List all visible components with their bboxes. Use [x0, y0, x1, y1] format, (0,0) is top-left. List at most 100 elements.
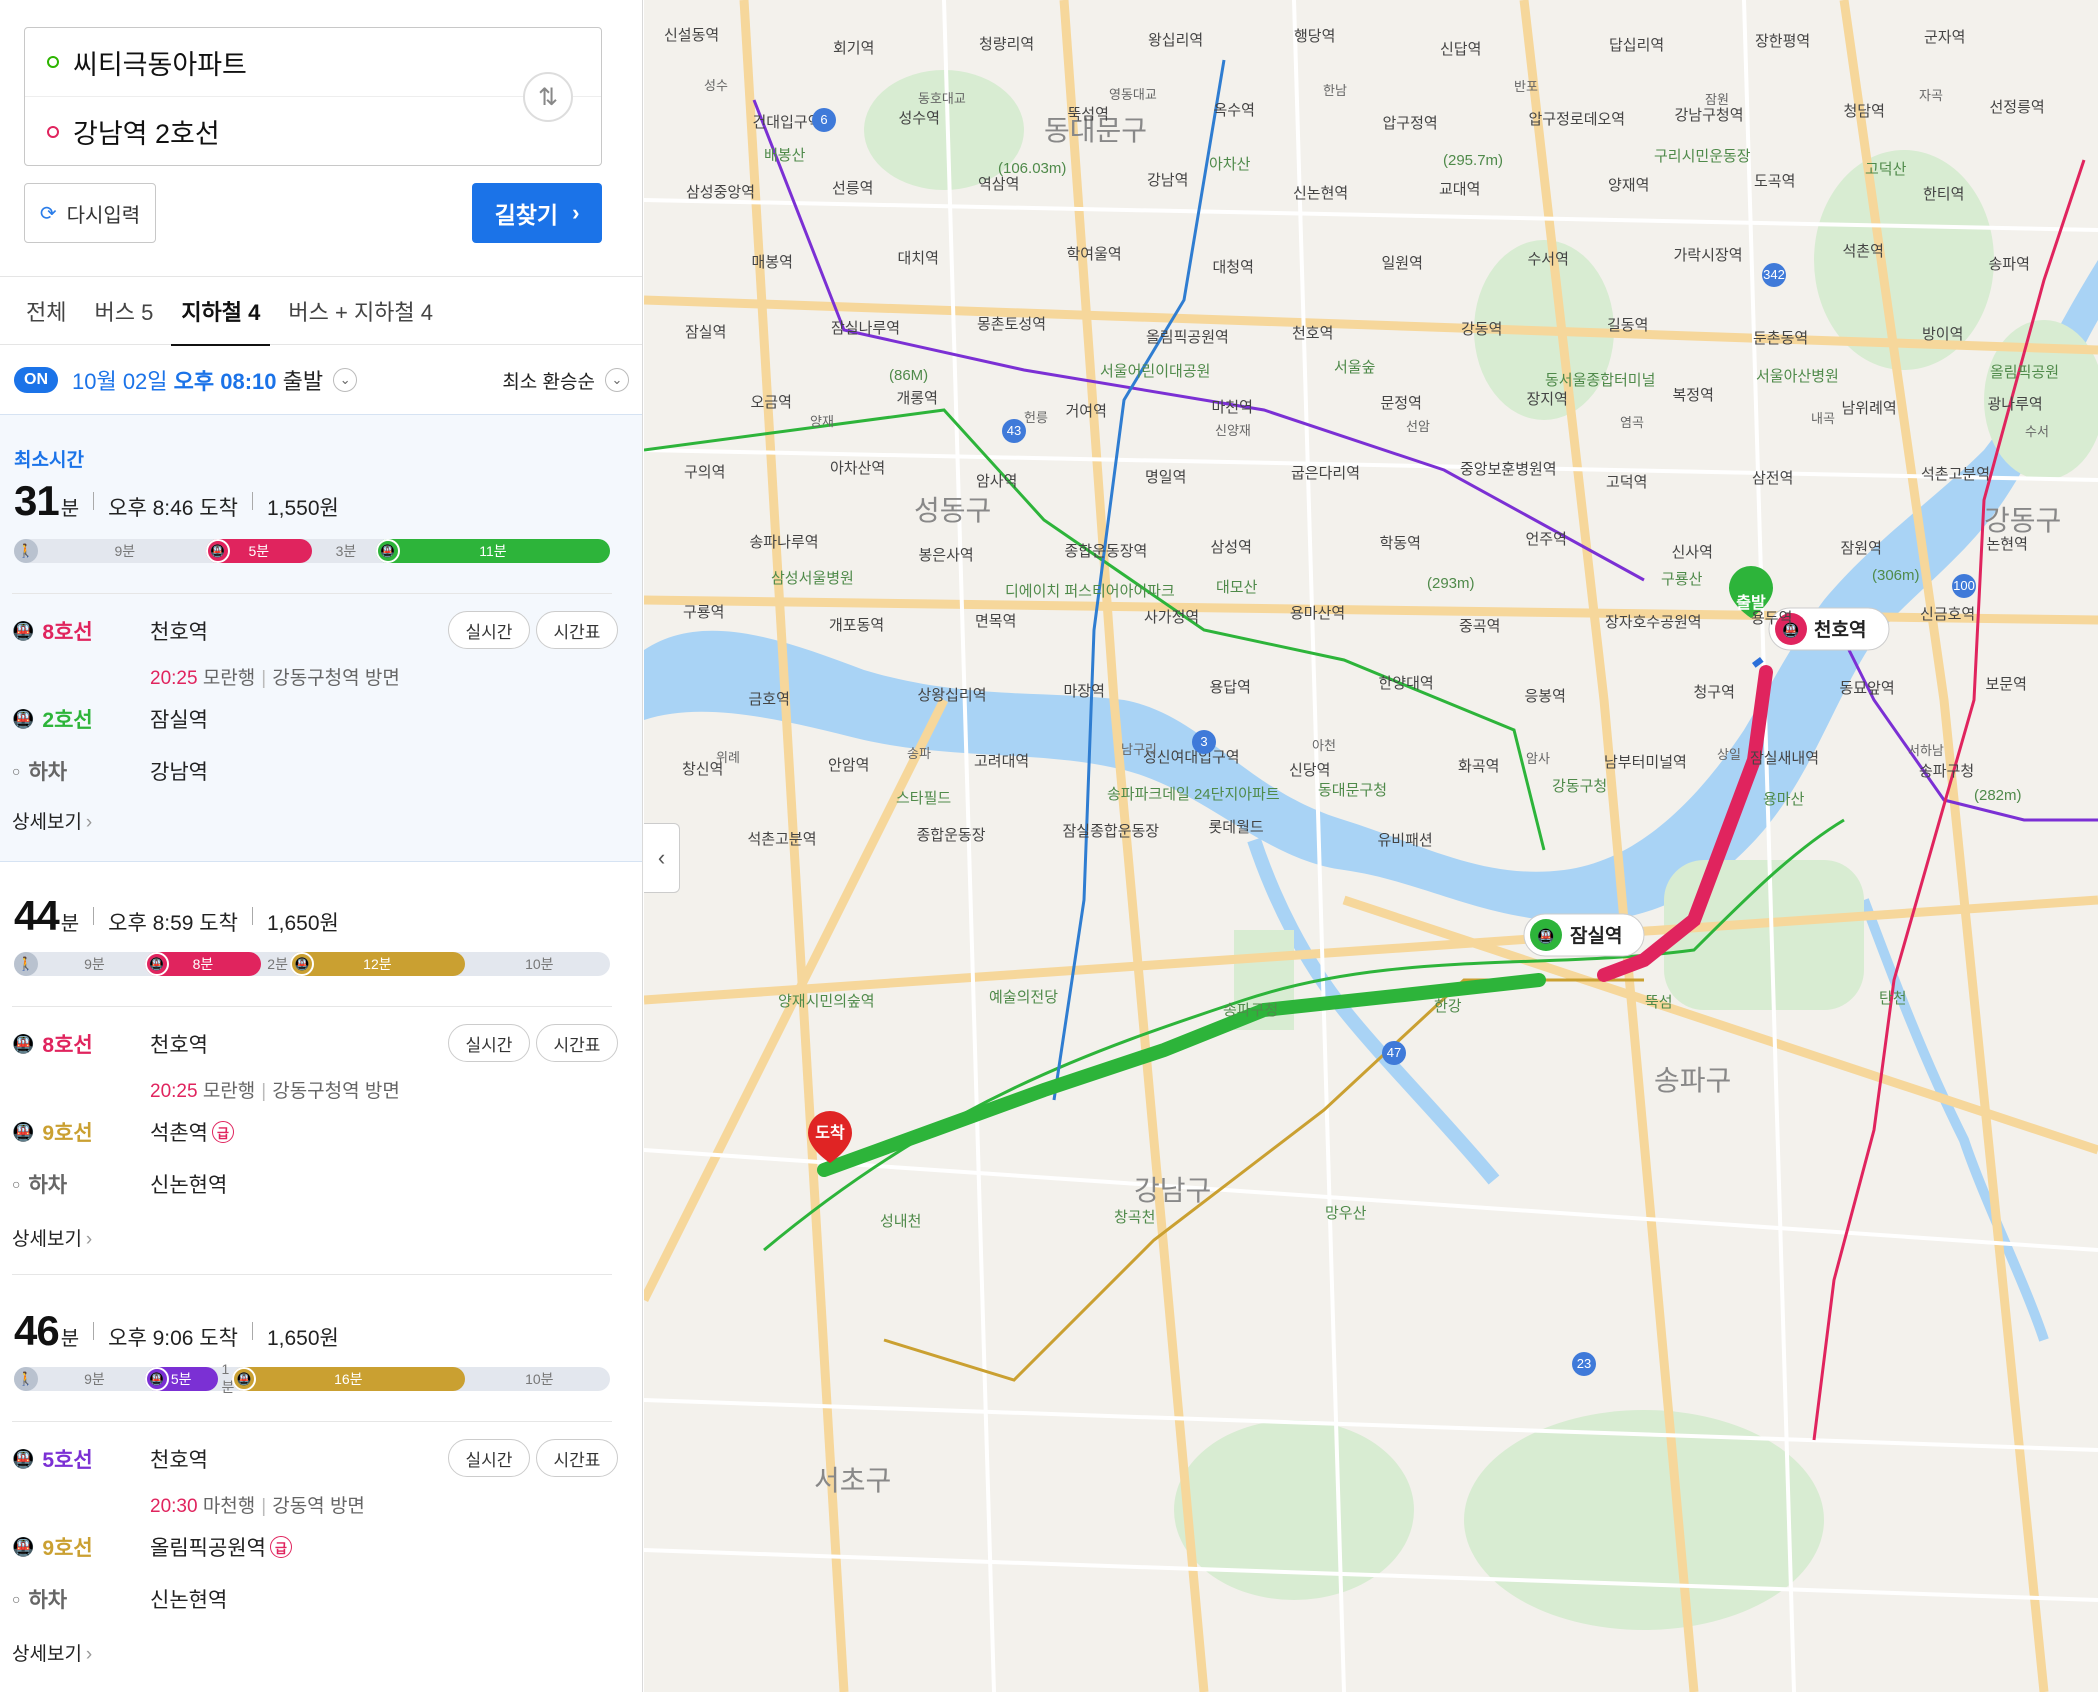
station-label: 구의역	[684, 464, 725, 481]
timetable-button[interactable]: 시간표	[536, 1024, 618, 1062]
station-label: 가락시장역	[1674, 247, 1743, 264]
circle-icon: ○	[12, 1591, 21, 1607]
chevron-down-icon[interactable]: ⌄	[333, 368, 358, 392]
segment-duration: 16분	[334, 1371, 363, 1387]
landmark-label: (282m)	[1974, 787, 2022, 804]
map-view[interactable]: 출발 도착 🚇 천호역 🚇 잠실역 동대문구 성동구 강남구 서초구 송파구 강…	[644, 0, 2098, 1692]
road-label: 송파	[907, 746, 931, 761]
landmark-label: (86M)	[889, 367, 928, 384]
reset-button[interactable]: ⟳ 다시입력	[24, 183, 156, 243]
route-number: 23	[1577, 1356, 1591, 1371]
train-exit-direction: 강동구청역 방면	[272, 668, 400, 689]
station-label: 교대역	[1439, 181, 1480, 198]
segment-duration: 8분	[192, 956, 214, 972]
sort-select[interactable]: 최소 환승순 ⌄	[502, 346, 629, 414]
landmark-label: 서울아산병원	[1756, 368, 1839, 385]
station-name: 신논현역	[150, 1174, 228, 1197]
departure-time: 오후 08:10	[173, 369, 277, 394]
chevron-left-icon: ‹	[657, 845, 666, 870]
train-time: 20:25	[150, 668, 198, 689]
park-area	[1464, 1410, 1824, 1630]
station-label: 남위례역	[1842, 400, 1897, 417]
sort-label: 최소 환승순	[502, 371, 595, 393]
departure-row: ON 10월 02일 오후 08:10 출발 ⌄ 최소 환승순 ⌄	[0, 346, 642, 414]
station-label: 수서역	[1528, 251, 1569, 268]
route-minutes: 46	[14, 1307, 60, 1354]
route-card[interactable]: 46 분 오후 9:06 도착 1,650원 9분 🚶 🚇 5분 1분 🚇 16분 10분 🚇…	[0, 1277, 642, 1692]
detail-label: 상세보기	[12, 812, 82, 833]
map-canvas[interactable]: 출발 도착 🚇 천호역 🚇 잠실역 동대문구 성동구 강남구 서초구 송파구 강…	[644, 0, 2098, 1692]
station-label: 장자호수공원역	[1605, 614, 1702, 631]
tab-bus-subway[interactable]: 버스 + 지하철 4	[288, 277, 433, 345]
destination-text[interactable]: 강남역 2호선	[73, 112, 220, 151]
circle-icon: ○	[12, 1176, 21, 1192]
train-direction: 모란행	[202, 668, 256, 689]
district-label: 송파구	[1654, 1065, 1731, 1096]
realtime-button[interactable]: 실시간	[448, 1024, 530, 1062]
origin-field[interactable]: 씨티극동아파트	[25, 28, 601, 97]
detail-link[interactable]: 상세보기 ›	[12, 1639, 92, 1666]
station-label: 용답역	[1210, 679, 1251, 696]
station-label: 둔촌동역	[1753, 330, 1808, 347]
road-label: 신양재	[1215, 423, 1251, 438]
detail-link[interactable]: 상세보기 ›	[12, 1224, 92, 1251]
station-label: 몽촌토성역	[977, 316, 1046, 333]
find-route-button[interactable]: 길찾기 ›	[472, 183, 602, 243]
route-minutes-unit: 분	[60, 498, 80, 520]
landmark-label: 망우산	[1325, 1205, 1367, 1222]
route-card[interactable]: 최소시간 31 분 오후 8:46 도착 1,550원 9분 🚶 🚇 5분 3분 🚇 11분…	[0, 414, 642, 862]
station-label: 대치역	[898, 250, 939, 267]
station-label: 뚝섬역	[1068, 106, 1109, 123]
station-label: 왕십리역	[1148, 32, 1203, 49]
station-label: 회기역	[833, 40, 874, 57]
realtime-button[interactable]: 실시간	[448, 1439, 530, 1477]
route-minutes-unit: 분	[60, 1328, 80, 1350]
route-number: 43	[1007, 423, 1021, 438]
tab-subway[interactable]: 지하철 4	[171, 277, 271, 346]
station-label: 행당역	[1294, 28, 1335, 45]
district-label: 성동구	[914, 495, 991, 526]
realtime-button[interactable]: 실시간	[448, 611, 530, 649]
timetable-button[interactable]: 시간표	[536, 611, 618, 649]
station-label: 학동역	[1380, 535, 1421, 552]
detail-link[interactable]: 상세보기 ›	[12, 807, 92, 834]
departure-datetime[interactable]: 10월 02일 오후 08:10 출발	[72, 364, 323, 396]
chevron-right-icon: ›	[85, 1229, 93, 1250]
reset-label: 다시입력	[66, 204, 141, 227]
line-name: 5호선	[42, 1449, 93, 1472]
district-label: 서초구	[814, 1465, 891, 1496]
collapse-panel-button[interactable]: ‹	[644, 823, 680, 893]
station-name: 천호역	[150, 1034, 208, 1057]
landmark-label: 뚝섬	[1645, 994, 1673, 1011]
transit-segment: 🚇 5분	[205, 539, 312, 563]
walk-duration: 3분	[335, 543, 357, 559]
destination-field[interactable]: 강남역 2호선	[25, 97, 525, 166]
jamsil-station-marker[interactable]: 🚇 잠실역	[1523, 913, 1645, 957]
subway-icon: 🚇	[12, 1121, 35, 1142]
landmark-label: (106.03m)	[998, 160, 1066, 177]
tab-bus[interactable]: 버스 5	[94, 277, 153, 345]
station-label: 강남역	[1147, 172, 1188, 189]
timetable-button[interactable]: 시간표	[536, 1439, 618, 1477]
station-label: 남부터미널역	[1604, 754, 1687, 771]
station-label: 금호역	[749, 691, 790, 708]
step-line9: 🚇 9호선 석촌역 급	[12, 1112, 612, 1152]
station-label: 잠실역	[685, 324, 726, 341]
landmark-label: (295.7m)	[1443, 152, 1503, 169]
road-label: 위례	[716, 750, 740, 765]
find-label: 길찾기	[494, 202, 559, 228]
station-label: 오금역	[751, 394, 792, 411]
station-label: 방이역	[1922, 326, 1963, 343]
station-label: 송파구청	[1919, 763, 1974, 780]
swap-icon[interactable]: ⇅	[523, 72, 573, 122]
route-minutes: 44	[14, 892, 60, 939]
tab-all[interactable]: 전체	[26, 277, 66, 345]
route-card[interactable]: 44 분 오후 8:59 도착 1,650원 9분 🚶 🚇 8분 2분 🚇 12분 10분 🚇…	[0, 862, 642, 1277]
origin-text[interactable]: 씨티극동아파트	[73, 43, 247, 82]
subway-icon: 🚇	[12, 1536, 35, 1557]
on-toggle[interactable]: ON	[14, 367, 58, 393]
train-info: 20:30 마천행 | 강동역 방면	[150, 1496, 365, 1517]
station-label: 잠원역	[1841, 540, 1882, 557]
transit-segment: 🚇 11분	[375, 539, 610, 563]
route-minutes-unit: 분	[60, 913, 80, 935]
